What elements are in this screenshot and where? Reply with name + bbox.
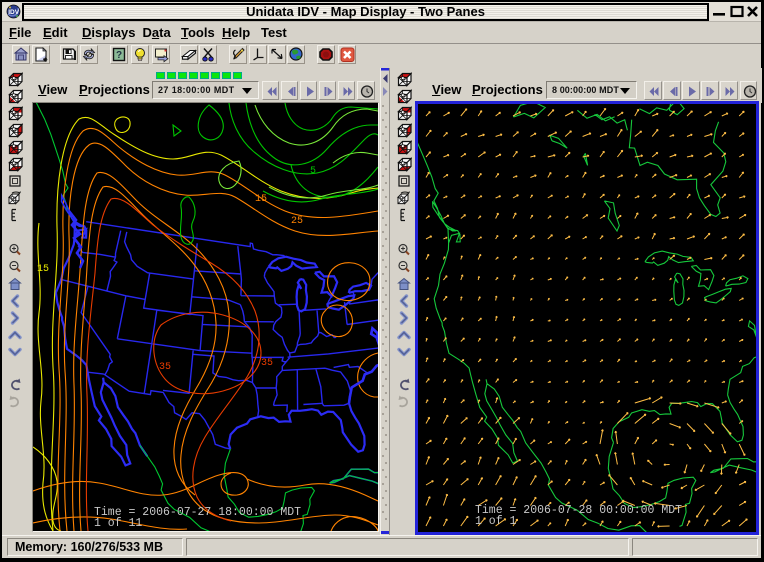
svg-text:1 of 1: 1 of 1 bbox=[475, 515, 517, 528]
svg-text:15: 15 bbox=[255, 194, 267, 205]
svg-text:IDV: IDV bbox=[8, 9, 20, 16]
svg-text:?: ? bbox=[116, 50, 122, 61]
svg-text:15: 15 bbox=[37, 264, 49, 275]
svg-text:35: 35 bbox=[261, 358, 273, 369]
svg-text:35: 35 bbox=[159, 362, 171, 373]
svg-text:25: 25 bbox=[291, 216, 303, 227]
svg-text:5: 5 bbox=[310, 166, 316, 177]
svg-text:1 of 11: 1 of 11 bbox=[94, 517, 142, 530]
